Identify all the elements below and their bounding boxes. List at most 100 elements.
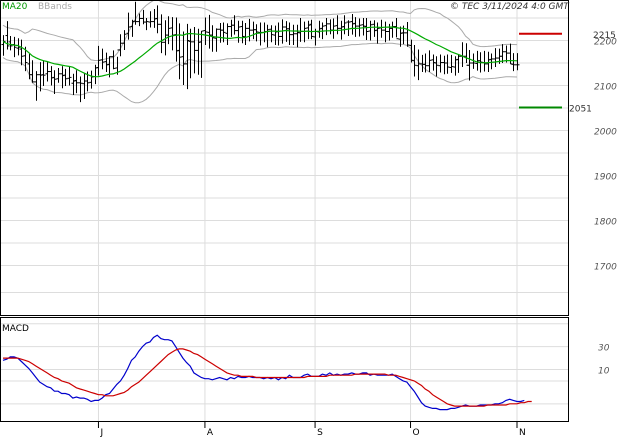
watermark: © TEC 3/11/2024 4:0 GMT xyxy=(450,2,570,12)
ohlc-bar xyxy=(221,22,226,43)
ohlc-bar xyxy=(12,36,17,58)
ohlc-bar xyxy=(111,50,116,70)
ohlc-bar xyxy=(188,28,193,79)
price-panel-border xyxy=(0,0,569,316)
ohlc-bar xyxy=(218,22,223,43)
price-tick-label: 1800 xyxy=(594,218,617,228)
month-label: J xyxy=(99,428,103,438)
ohlc-bar xyxy=(500,44,505,63)
ohlc-bar xyxy=(353,17,358,37)
ohlc-bar xyxy=(196,28,201,75)
month-label: A xyxy=(207,428,214,438)
ohlc-bar xyxy=(181,31,186,86)
ohlc-bar xyxy=(41,60,46,86)
ohlc-bar xyxy=(144,18,149,31)
price-tick-label: 2100 xyxy=(594,83,617,93)
ohlc-bar xyxy=(445,54,450,74)
ohlc-bar xyxy=(467,49,472,81)
ohlc-bar xyxy=(159,14,164,54)
ohlc-bar xyxy=(199,30,204,78)
ohlc-bar xyxy=(317,20,322,38)
ohlc-bar xyxy=(240,20,245,44)
price-tick-label: 2000 xyxy=(594,128,617,138)
ohlc-bar xyxy=(295,24,300,48)
ohlc-bar xyxy=(269,25,274,43)
ohlc-bar xyxy=(45,62,50,82)
ohlc-bar xyxy=(71,73,76,95)
ohlc-bar xyxy=(427,50,432,72)
ohlc-bar xyxy=(306,20,311,40)
month-label: S xyxy=(317,428,323,438)
ohlc-bar xyxy=(148,11,153,28)
ohlc-bar xyxy=(174,17,179,62)
price-tick-label: 2200 xyxy=(594,38,617,48)
macd-title: MACD xyxy=(2,324,29,334)
support-label: 2051 xyxy=(569,105,592,115)
ohlc-bar xyxy=(346,20,351,36)
ohlc-bar xyxy=(251,21,256,40)
ohlc-bar xyxy=(416,49,421,81)
ohlc-bar xyxy=(442,55,447,75)
ohlc-bar xyxy=(489,53,494,70)
ohlc-bar xyxy=(56,67,61,83)
ohlc-bar xyxy=(379,19,384,38)
ohlc-bar xyxy=(482,50,487,72)
ohlc-bar xyxy=(243,22,248,45)
ohlc-bar xyxy=(104,52,109,72)
ohlc-bar xyxy=(60,66,65,89)
macd-grid xyxy=(0,323,568,405)
ohlc-bar xyxy=(74,70,79,94)
ohlc-bar xyxy=(449,54,454,73)
ohlc-bar xyxy=(5,21,10,50)
ohlc-bar xyxy=(515,53,520,71)
ohlc-bar xyxy=(390,21,395,38)
ohlc-bar xyxy=(229,19,234,37)
month-label: N xyxy=(519,428,526,438)
ohlc-bar xyxy=(493,48,498,68)
ohlc-bar xyxy=(287,22,292,45)
legend-ma20: MA20 xyxy=(2,2,28,12)
ohlc-bar xyxy=(225,23,230,45)
ohlc-bar xyxy=(166,16,171,45)
ohlc-bar xyxy=(284,21,289,42)
ohlc-bar xyxy=(49,66,54,86)
ohlc-bar xyxy=(67,66,72,86)
ohlc-bar xyxy=(350,13,355,35)
ohlc-bar xyxy=(247,18,252,42)
ohlc-bar xyxy=(511,53,516,72)
ohlc-bar xyxy=(276,22,281,46)
ohlc-bar xyxy=(405,22,410,47)
chart-root: 22152051 170018001900200021002200J A S O N10… xyxy=(0,0,617,438)
ohlc-bar xyxy=(273,25,278,45)
macd-tick-label: 30 xyxy=(598,344,610,354)
ohlc-bar xyxy=(170,17,175,51)
ohlc-bar xyxy=(331,18,336,39)
ohlc-bar xyxy=(464,43,469,66)
ohlc-bar xyxy=(210,25,215,52)
ohlc-bar xyxy=(412,45,417,77)
month-label: O xyxy=(413,428,420,438)
ohlc-bar xyxy=(258,22,263,46)
ohlc-bar xyxy=(298,18,303,42)
ohlc-bar xyxy=(372,20,377,37)
ohlc-bar xyxy=(324,18,329,36)
ohlc-bar xyxy=(456,54,461,73)
ohlc-bar xyxy=(387,23,392,41)
ohlc-bar xyxy=(52,70,57,95)
ohlc-bar xyxy=(133,1,138,25)
ohlc-bar xyxy=(504,45,509,63)
ohlc-bar xyxy=(291,24,296,45)
ohlc-bar xyxy=(8,36,13,51)
ohlc-bar xyxy=(236,20,241,43)
ohlc-bar xyxy=(328,19,333,35)
ohlc-bar xyxy=(63,68,68,86)
price-tick-label: 1900 xyxy=(594,173,617,183)
ohlc-bar xyxy=(368,20,373,41)
ohlc-bar xyxy=(207,14,212,49)
ohlc-bar xyxy=(78,76,83,103)
ohlc-bar xyxy=(309,19,314,40)
ohlc-bar xyxy=(1,35,6,56)
legend-bbands: BBands xyxy=(38,2,72,12)
ohlc-bar xyxy=(27,54,32,80)
ohlc-bar xyxy=(265,24,270,48)
